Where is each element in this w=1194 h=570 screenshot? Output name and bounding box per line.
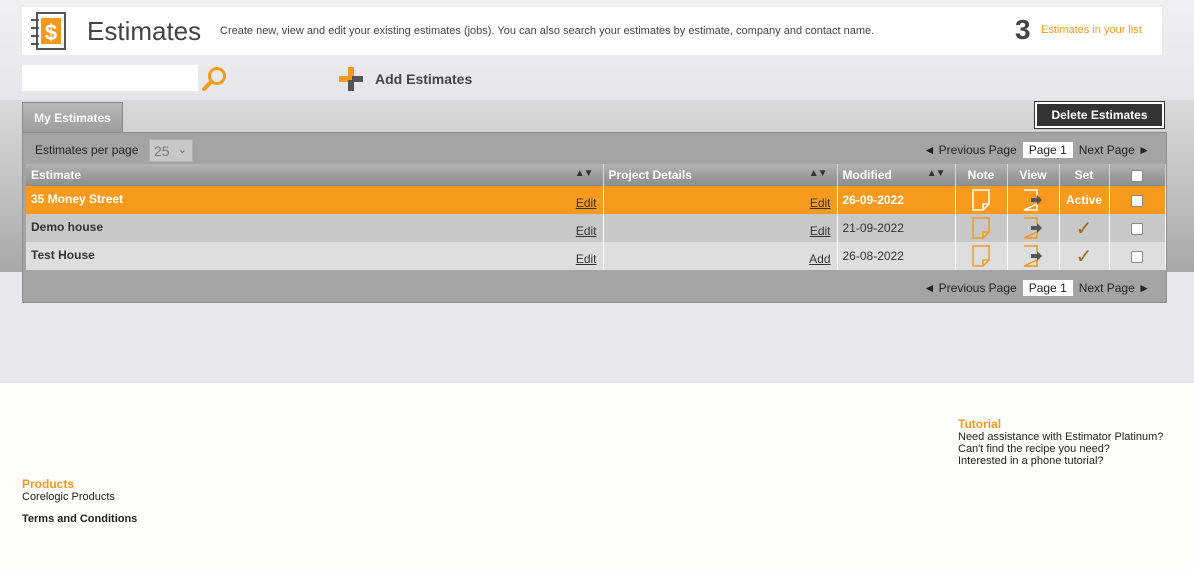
column-header-note: Note [955,164,1008,186]
estimate-name: Demo house [31,220,104,234]
active-status: Active [1065,193,1103,207]
pager-bottom: ◄ Previous Page Page 1 Next Page ► [923,280,1150,296]
tutorial-link[interactable]: Interested in a phone tutorial? [958,455,1104,467]
next-page-link[interactable]: Next Page ► [1079,281,1150,295]
svg-text:$: $ [45,20,57,45]
next-page-link[interactable]: Next Page ► [1079,143,1150,157]
per-page-value: 25 [154,142,170,159]
table-header-row: Estimate ▲▼ Project Details ▲▼ Modified … [26,164,1166,186]
row-checkbox[interactable] [1131,222,1143,235]
pager-top: ◄ Previous Page Page 1 Next Page ► [923,142,1150,158]
sort-icon[interactable]: ▲▼ [809,168,828,179]
search-icon[interactable] [201,66,229,92]
previous-page-link[interactable]: ◄ Previous Page [923,281,1016,295]
page-indicator[interactable]: Page 1 [1022,280,1073,296]
column-header-set: Set [1059,164,1110,186]
estimate-name: Test House [31,248,95,262]
row-checkbox[interactable] [1131,250,1143,263]
estimates-table: Estimate ▲▼ Project Details ▲▼ Modified … [26,164,1166,270]
sort-icon[interactable]: ▲▼ [575,168,594,179]
chevron-down-icon: ⌄ [177,144,187,156]
estimate-count-label[interactable]: Estimates in your list [1041,24,1142,36]
note-icon[interactable] [971,216,991,240]
edit-estimate-link[interactable]: Edit [576,196,597,210]
tutorial-link[interactable]: Can't find the recipe you need? [958,443,1110,455]
search-input[interactable] [22,65,198,91]
page-subtitle: Create new, view and edit your existing … [220,25,875,37]
estimate-count: 3 [1015,14,1031,45]
add-estimates-label: Add Estimates [375,71,473,87]
edit-project-details-link[interactable]: Edit [810,224,831,238]
estimate-name: 35 Money Street [31,192,124,206]
products-link[interactable]: Corelogic Products [22,491,115,503]
checkmark-icon[interactable]: ✓ [1076,246,1093,268]
table-row[interactable]: Test House Edit Add 26-08-2022 ✓ [26,242,1166,270]
edit-estimate-link[interactable]: Edit [576,224,597,238]
plus-icon [339,67,363,91]
modified-date: 26-08-2022 [842,249,904,263]
table-row[interactable]: 35 Money Street Edit Edit 26-09-2022 Acti… [26,186,1166,214]
view-icon[interactable] [1022,216,1044,240]
column-header-modified[interactable]: Modified ▲▼ [837,164,956,186]
page-indicator[interactable]: Page 1 [1022,142,1073,158]
column-header-estimate[interactable]: Estimate ▲▼ [26,164,604,186]
dollar-document-icon: $ [31,12,66,50]
footer-background [0,382,1194,570]
column-header-project-details[interactable]: Project Details ▲▼ [603,164,838,186]
note-icon[interactable] [971,244,991,268]
checkmark-icon[interactable]: ✓ [1076,218,1093,240]
tab-my-estimates[interactable]: My Estimates [22,102,123,133]
sort-icon[interactable]: ▲▼ [927,168,946,179]
delete-estimates-button[interactable]: Delete Estimates [1034,101,1165,129]
edit-estimate-link[interactable]: Edit [576,252,597,266]
previous-page-link[interactable]: ◄ Previous Page [923,143,1016,157]
products-heading: Products [22,477,75,491]
select-all-checkbox[interactable] [1131,169,1143,182]
modified-date: 26-09-2022 [842,193,904,207]
add-estimates-button[interactable]: Add Estimates [338,66,472,92]
per-page-select[interactable]: 25 ⌄ [149,139,193,162]
estimates-panel: Estimates per page 25 ⌄ ◄ Previous Page … [22,132,1167,303]
view-icon[interactable] [1022,244,1044,268]
tutorial-link[interactable]: Need assistance with Estimator Platinum? [958,431,1163,443]
tutorial-heading: Tutorial [958,417,1002,431]
view-icon[interactable] [1022,188,1044,212]
per-page-label: Estimates per page [35,143,139,157]
note-icon[interactable] [971,188,991,212]
column-header-view: View [1007,164,1060,186]
modified-date: 21-09-2022 [842,221,904,235]
column-header-select [1109,164,1166,186]
table-row[interactable]: Demo house Edit Edit 21-09-2022 ✓ [26,214,1166,242]
terms-link[interactable]: Terms and Conditions [22,513,137,525]
edit-project-details-link[interactable]: Edit [810,196,831,210]
page-header: $ Estimates Create new, view and edit yo… [22,7,1162,55]
add-project-details-link[interactable]: Add [809,252,830,266]
page-title: Estimates [87,16,202,46]
row-checkbox[interactable] [1131,194,1143,207]
